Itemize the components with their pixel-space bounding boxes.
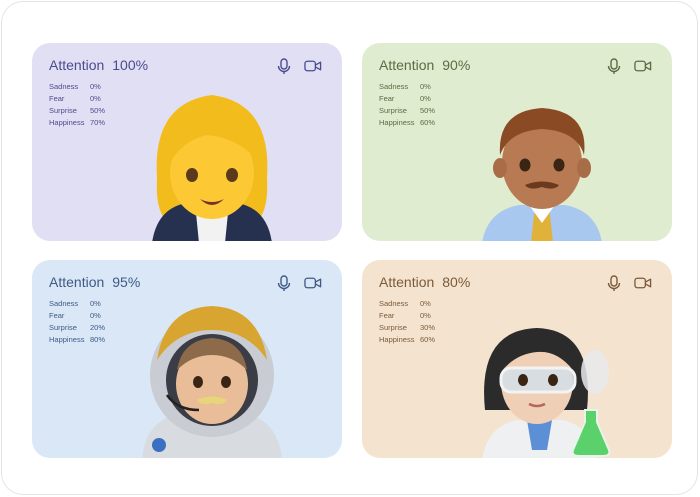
attention-value: 80% xyxy=(442,274,471,290)
attention-header: Attention 100% xyxy=(49,57,148,73)
emotion-row: Happiness 60% xyxy=(379,117,435,129)
emotion-row: Surprise 20% xyxy=(49,322,105,334)
emotion-label: Happiness xyxy=(379,335,415,344)
attention-value: 100% xyxy=(112,57,149,73)
woman-avatar-icon xyxy=(137,83,287,241)
emotion-value: 50% xyxy=(420,106,436,115)
attention-value: 90% xyxy=(442,57,471,73)
emotion-row: Sadness 0% xyxy=(379,81,435,93)
participant-tile-2[interactable]: Attention 90% Sadness 0% Fear 0% Surprise 50… xyxy=(362,43,672,241)
video-camera-icon[interactable] xyxy=(634,57,652,75)
attention-header: Attention 90% xyxy=(379,57,470,73)
participant-tile-3[interactable]: Attention 95% Sadness 0% Fear 0% Surprise 20… xyxy=(32,260,342,458)
emotion-label: Surprise xyxy=(379,106,407,115)
emotion-value: 80% xyxy=(90,335,106,344)
emotion-value: 60% xyxy=(420,118,436,127)
emotion-row: Surprise 50% xyxy=(49,105,105,117)
tile-controls xyxy=(605,274,652,292)
tile-controls xyxy=(605,57,652,75)
emotion-label: Surprise xyxy=(49,106,77,115)
astronaut-avatar-icon xyxy=(137,300,287,458)
emotion-value: 0% xyxy=(90,82,101,91)
participant-tile-4[interactable]: Attention 80% Sadness 0% Fear 0% Surprise 30… xyxy=(362,260,672,458)
emotion-label: Fear xyxy=(49,94,65,103)
emotion-label: Sadness xyxy=(49,82,79,91)
emotion-value: 0% xyxy=(420,94,431,103)
emotion-value: 0% xyxy=(90,299,101,308)
emotion-label: Happiness xyxy=(49,118,85,127)
emotion-label: Sadness xyxy=(379,299,409,308)
microphone-icon[interactable] xyxy=(605,274,623,292)
tile-controls xyxy=(275,57,322,75)
emotion-row: Happiness 80% xyxy=(49,334,105,346)
emotion-row: Surprise 30% xyxy=(379,322,435,334)
emotion-value: 0% xyxy=(90,311,101,320)
emotion-value: 60% xyxy=(420,335,436,344)
attention-label: Attention xyxy=(49,274,105,290)
emotion-label: Sadness xyxy=(379,82,409,91)
video-camera-icon[interactable] xyxy=(634,274,652,292)
emotion-label: Fear xyxy=(379,311,395,320)
emotion-value: 70% xyxy=(90,118,106,127)
emotion-label: Fear xyxy=(379,94,395,103)
man-avatar-icon xyxy=(467,83,617,241)
emotion-row: Fear 0% xyxy=(379,310,435,322)
attention-header: Attention 80% xyxy=(379,274,470,290)
attention-label: Attention xyxy=(379,274,435,290)
emotion-row: Fear 0% xyxy=(49,310,105,322)
emotion-list: Sadness 0% Fear 0% Surprise 30% Happiness 60… xyxy=(379,298,435,346)
video-grid-frame: Attention 100% Sadness 0% Fear 0% Surprise 5… xyxy=(1,1,698,495)
microphone-icon[interactable] xyxy=(605,57,623,75)
video-camera-icon[interactable] xyxy=(304,274,322,292)
emotion-value: 0% xyxy=(420,82,431,91)
emotion-label: Sadness xyxy=(49,299,79,308)
emotion-row: Surprise 50% xyxy=(379,105,435,117)
emotion-label: Happiness xyxy=(379,118,415,127)
emotion-list: Sadness 0% Fear 0% Surprise 20% Happiness 80… xyxy=(49,298,105,346)
emotion-label: Fear xyxy=(49,311,65,320)
attention-label: Attention xyxy=(379,57,435,73)
attention-value: 95% xyxy=(112,274,141,290)
attention-label: Attention xyxy=(49,57,105,73)
emotion-row: Happiness 70% xyxy=(49,117,105,129)
microphone-icon[interactable] xyxy=(275,57,293,75)
emotion-row: Fear 0% xyxy=(49,93,105,105)
emotion-row: Sadness 0% xyxy=(49,298,105,310)
emotion-row: Happiness 60% xyxy=(379,334,435,346)
emotion-label: Surprise xyxy=(379,323,407,332)
emotion-row: Sadness 0% xyxy=(49,81,105,93)
tile-controls xyxy=(275,274,322,292)
emotion-row: Fear 0% xyxy=(379,93,435,105)
microphone-icon[interactable] xyxy=(275,274,293,292)
emotion-list: Sadness 0% Fear 0% Surprise 50% Happiness 60… xyxy=(379,81,435,129)
emotion-label: Surprise xyxy=(49,323,77,332)
emotion-label: Happiness xyxy=(49,335,85,344)
emotion-value: 30% xyxy=(420,323,436,332)
emotion-list: Sadness 0% Fear 0% Surprise 50% Happiness 70… xyxy=(49,81,105,129)
emotion-row: Sadness 0% xyxy=(379,298,435,310)
attention-header: Attention 95% xyxy=(49,274,140,290)
emotion-value: 0% xyxy=(420,299,431,308)
scientist-avatar-icon xyxy=(467,300,617,458)
video-camera-icon[interactable] xyxy=(304,57,322,75)
emotion-value: 20% xyxy=(90,323,106,332)
participant-tile-1[interactable]: Attention 100% Sadness 0% Fear 0% Surprise 5… xyxy=(32,43,342,241)
emotion-value: 0% xyxy=(90,94,101,103)
emotion-value: 0% xyxy=(420,311,431,320)
emotion-value: 50% xyxy=(90,106,106,115)
